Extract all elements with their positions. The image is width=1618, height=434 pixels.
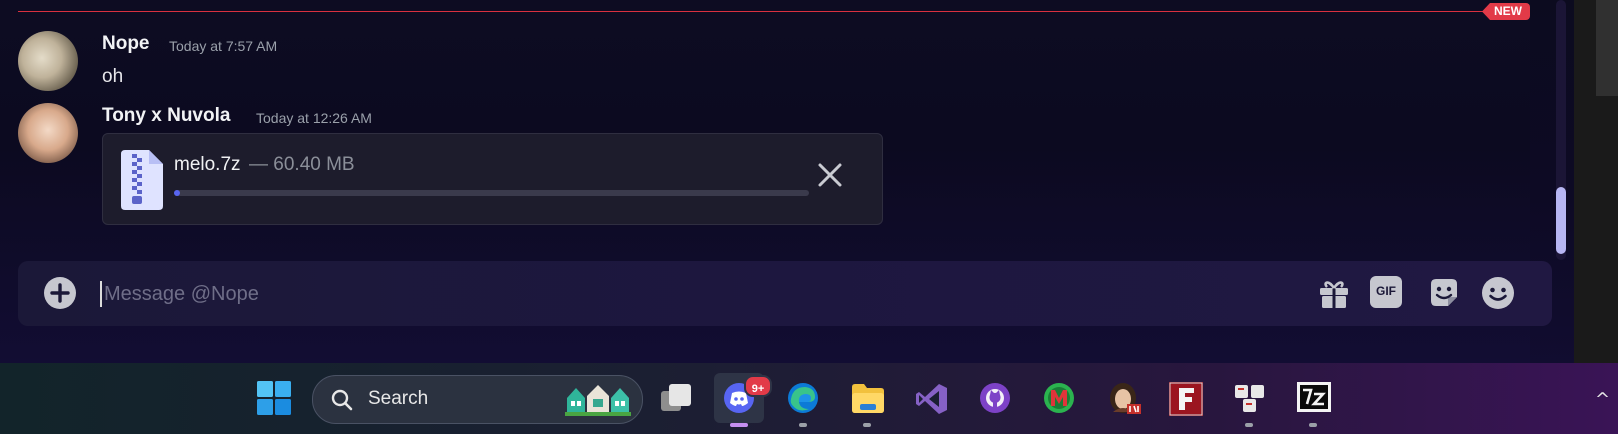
portrait-app-taskbar-button[interactable]: [1098, 373, 1148, 423]
side-panel-edge: [1574, 0, 1618, 363]
gif-label: GIF: [1376, 284, 1396, 298]
keyboard-keys-icon: [1235, 385, 1264, 412]
running-indicator: [1309, 423, 1317, 427]
discord-badge-count: 9+: [751, 383, 765, 395]
add-icon[interactable]: [42, 275, 78, 311]
gif-icon[interactable]: GIF: [1370, 276, 1402, 308]
message-composer: GIF: [18, 261, 1552, 326]
cancel-upload-icon[interactable]: [815, 160, 845, 190]
upload-progress-bar: [174, 190, 809, 196]
visual-studio-icon: [916, 384, 947, 414]
emoji-icon[interactable]: [1480, 275, 1516, 311]
search-highlight-houses-icon: [565, 385, 631, 416]
new-badge: NEW: [1482, 3, 1530, 20]
m-app-icon: [1044, 383, 1074, 413]
task-view-button[interactable]: [651, 373, 701, 423]
running-indicator: [799, 423, 807, 427]
panel-scrollbar[interactable]: [1596, 0, 1618, 96]
message-text: oh: [102, 66, 124, 87]
portrait-app-icon: [1110, 383, 1141, 414]
windows-start-icon[interactable]: [257, 381, 291, 415]
github-desktop-taskbar-button[interactable]: [970, 373, 1020, 423]
m-app-taskbar-button[interactable]: [1034, 373, 1084, 423]
zip-file-icon: [121, 150, 163, 210]
folder-icon: [852, 384, 884, 413]
file-attachment: melo.7z — 60.40 MB: [102, 133, 883, 225]
message-input[interactable]: [102, 275, 1166, 313]
running-indicator: [1245, 423, 1253, 427]
edge-taskbar-button[interactable]: [778, 373, 828, 427]
avatar-tony-x-nuvola[interactable]: [18, 103, 78, 163]
github-icon: [980, 383, 1010, 413]
attachment-filename[interactable]: melo.7z: [174, 154, 241, 176]
new-messages-divider: [18, 11, 1502, 12]
author-name[interactable]: Nope: [102, 33, 150, 55]
message-timestamp: Today at 7:57 AM: [169, 38, 278, 54]
f-app-taskbar-button[interactable]: [1160, 373, 1210, 423]
7zip-taskbar-button[interactable]: [1288, 373, 1338, 427]
keyboard-app-taskbar-button[interactable]: [1224, 373, 1274, 427]
upload-progress-fill: [174, 190, 181, 196]
task-view-icon: [661, 384, 691, 411]
file-explorer-taskbar-button[interactable]: [842, 373, 892, 427]
search-icon: [331, 389, 353, 411]
running-indicator: [863, 423, 871, 427]
7zip-icon: [1297, 382, 1331, 412]
sticker-icon[interactable]: [1426, 275, 1462, 311]
attachment-size: — 60.40 MB: [249, 154, 355, 175]
message-timestamp: Today at 12:26 AM: [256, 110, 372, 126]
scrollbar-thumb[interactable]: [1556, 187, 1566, 254]
taskbar-search-box[interactable]: Search: [312, 375, 643, 424]
windows-taskbar: Search 9+ ^: [0, 363, 1618, 434]
edge-icon: [788, 383, 818, 413]
search-label: Search: [368, 388, 429, 409]
discord-taskbar-button[interactable]: 9+: [714, 373, 772, 427]
author-name[interactable]: Tony x Nuvola: [102, 105, 230, 127]
active-indicator: [730, 423, 748, 427]
show-hidden-icons-chevron-icon[interactable]: ^: [1595, 389, 1610, 410]
discord-notification-badge: 9+: [744, 375, 772, 397]
visual-studio-taskbar-button[interactable]: [906, 373, 956, 423]
avatar-nope[interactable]: [18, 31, 78, 91]
gift-icon[interactable]: [1316, 275, 1352, 311]
f-app-icon: [1169, 382, 1203, 416]
